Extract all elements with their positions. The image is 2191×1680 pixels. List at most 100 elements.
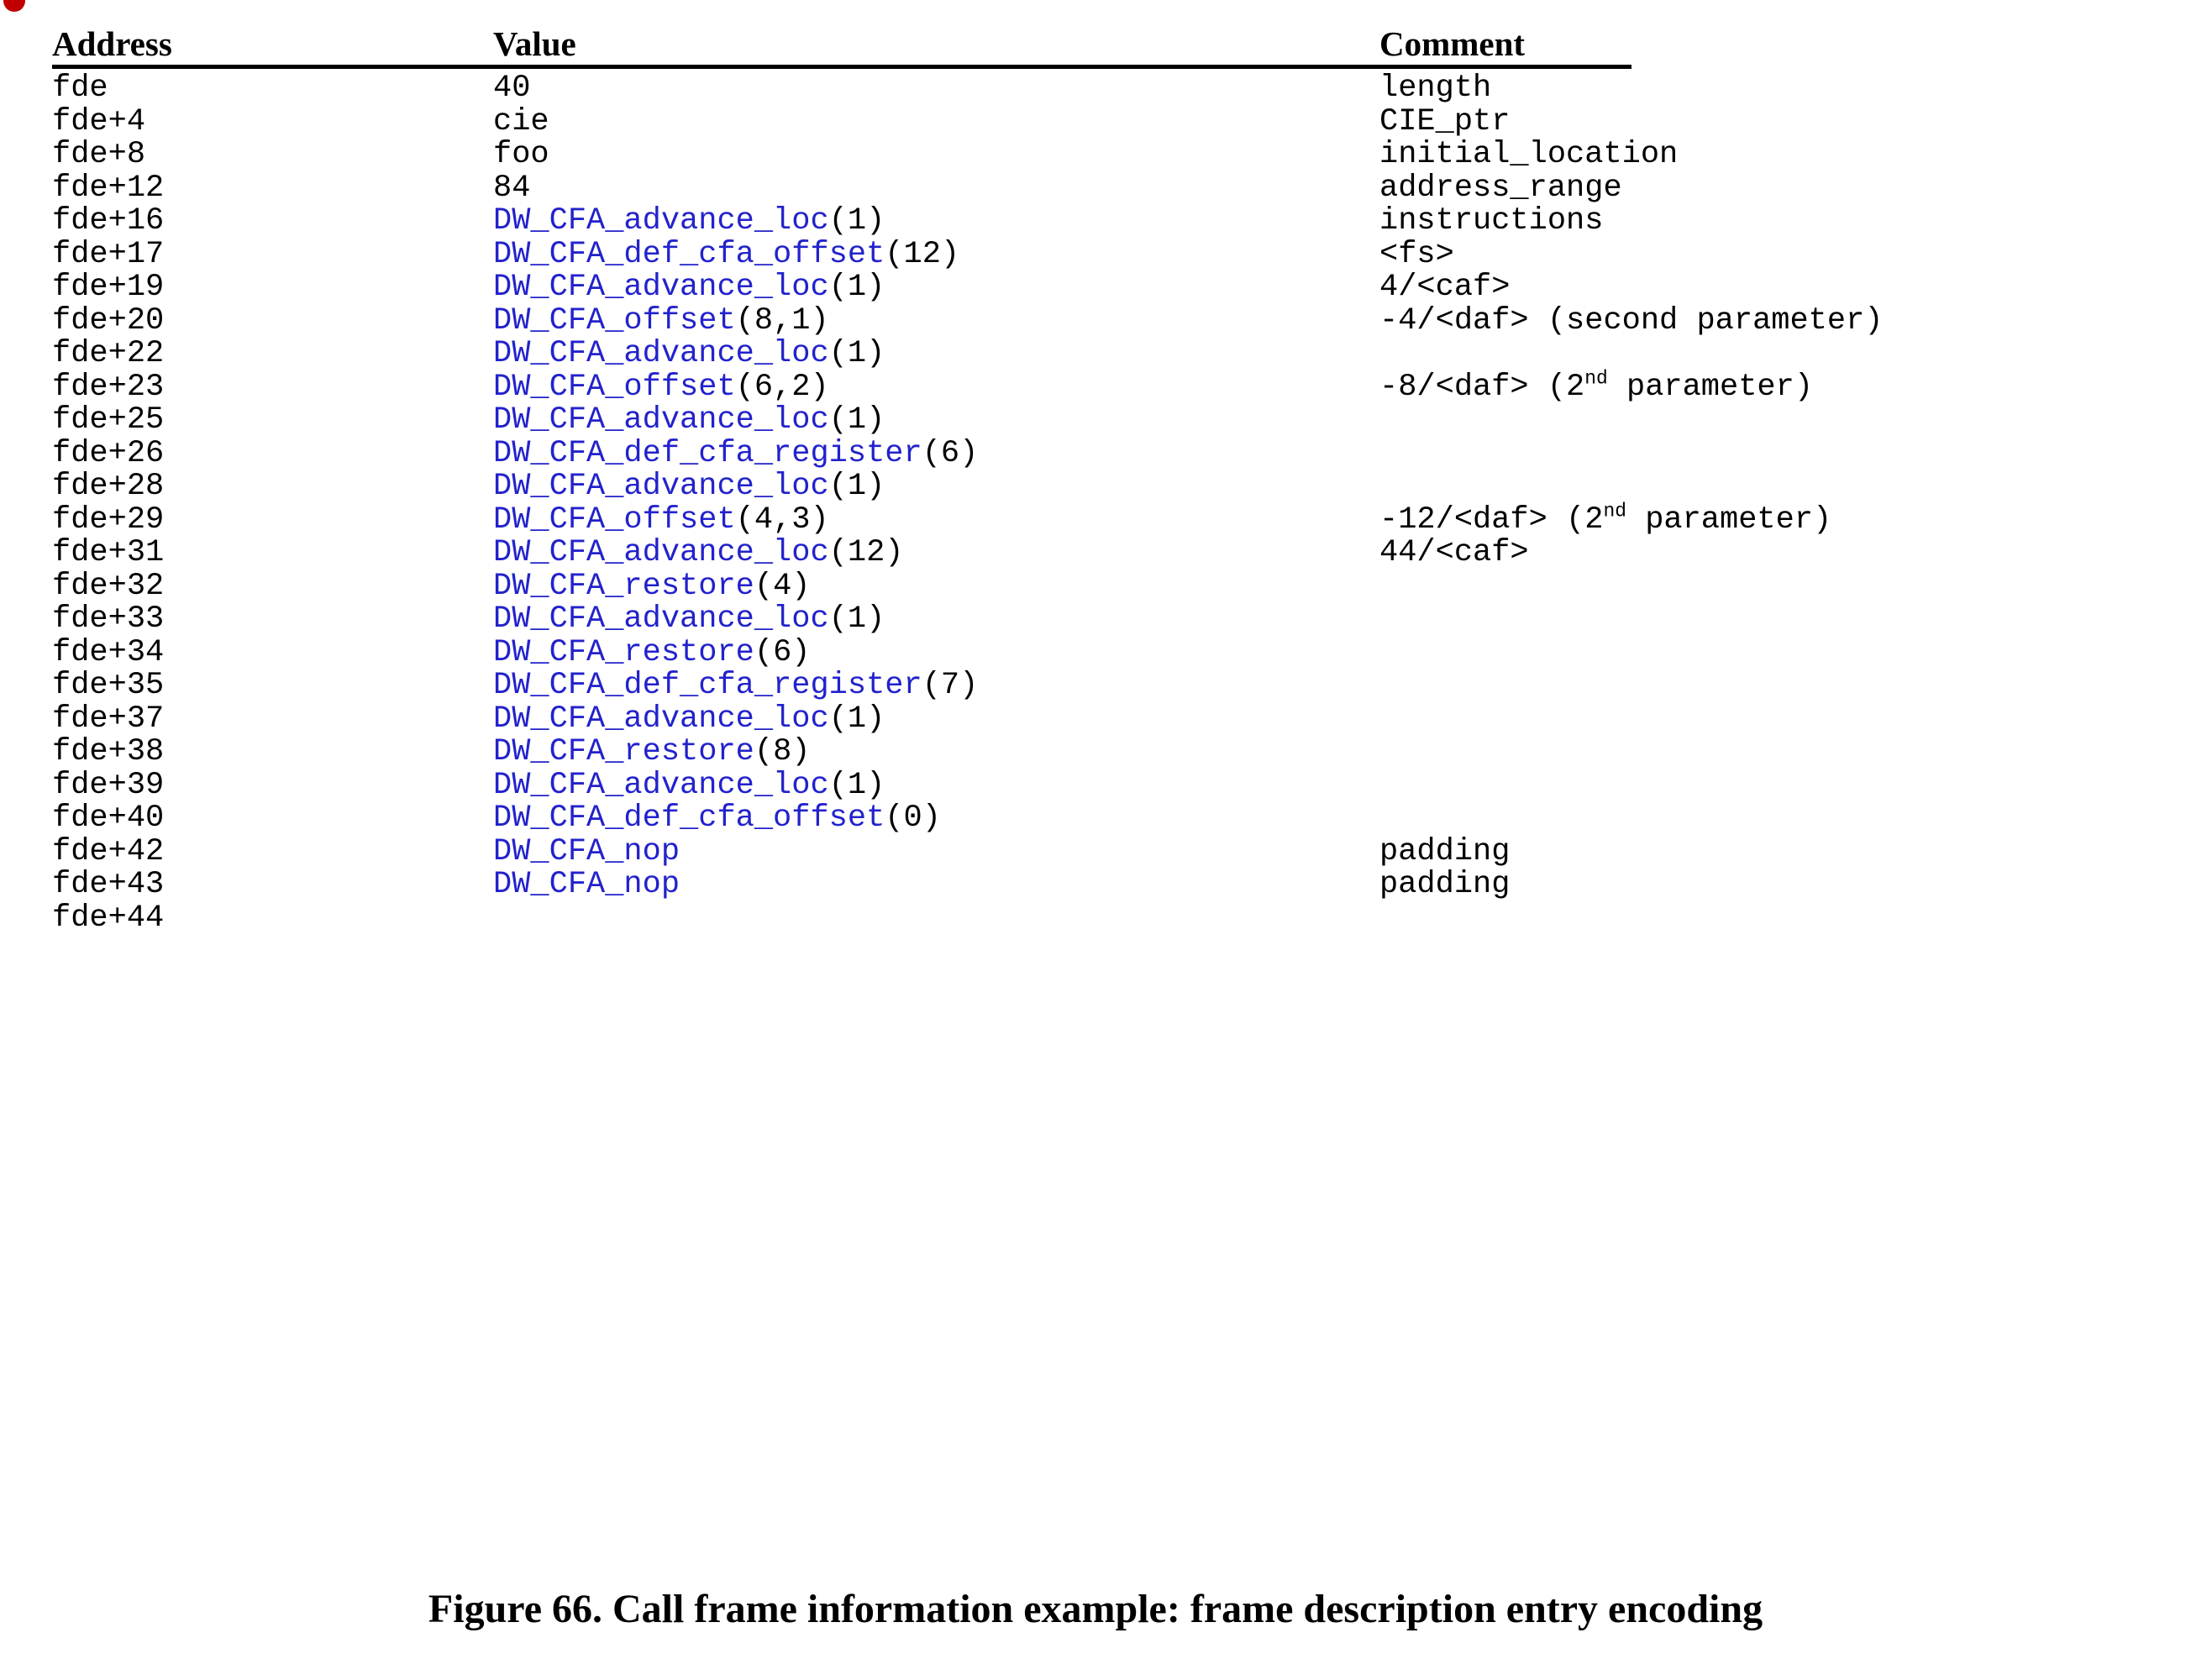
table-row: fde+16 DW_CFA_advance_loc(1) instructions [52,203,2152,239]
cfa-opcode-name: DW_CFA_def_cfa_register [493,668,922,703]
red-ink-artifact [3,0,25,12]
cell-address: fde+12 [52,170,165,206]
cell-value: DW_CFA_def_cfa_register(6) [493,435,1379,471]
cfa-opcode-operands: (1) [828,203,885,239]
comment-text-post: parameter) [1607,369,1814,405]
cell-value: DW_CFA_offset(4,3) [493,501,1379,538]
cfa-opcode-name: DW_CFA_advance_loc [493,767,829,803]
comment-text-post: parameter) [1626,501,1832,538]
cfa-opcode-name: DW_CFA_advance_loc [493,203,829,239]
cell-comment [1379,603,2152,637]
cell-address: fde+4 [52,103,146,139]
cell-value: DW_CFA_offset(6,2) [493,369,1379,405]
cell-address: fde+8 [52,137,146,172]
cell-comment: length [1379,71,1492,106]
cell-address: fde+29 [52,501,165,538]
cfa-opcode-name: DW_CFA_offset [493,369,736,405]
cfa-opcode-name: DW_CFA_def_cfa_offset [493,801,885,836]
cfa-opcode-name: DW_CFA_restore [493,568,754,604]
column-header-address-label: Address [52,24,493,69]
cell-address: fde+35 [52,668,165,703]
cfa-opcode-name: DW_CFA_advance_loc [493,601,829,637]
cell-comment: <fs> [1379,236,1454,272]
cell-value: DW_CFA_nop [493,867,1379,902]
cfa-opcode-name: DW_CFA_advance_loc [493,402,829,438]
cfa-opcode-name: DW_CFA_advance_loc [493,270,829,305]
column-header-value-label: Value [493,24,1379,69]
cfa-opcode-name: DW_CFA_def_cfa_register [493,435,922,471]
cell-value: DW_CFA_advance_loc(1) [493,336,1379,371]
cell-comment [1379,570,2152,604]
cfa-opcode-operands: (7) [922,668,979,703]
cell-value: 84 [493,170,1379,206]
cell-comment: address_range [1379,170,1622,206]
comment-ordinal-superscript: nd [1584,367,1608,390]
comment-text-pre: -8/<daf> (2 [1379,369,1585,405]
table-row: fde+22 DW_CFA_advance_loc(1) [52,336,2152,371]
cell-address: fde+39 [52,767,165,803]
cell-address: fde+22 [52,336,165,371]
comment-text-pre: -12/<daf> (2 [1379,501,1604,538]
value-literal: 40 [493,71,531,106]
cell-address: fde+25 [52,402,165,438]
table-row: fde+26 DW_CFA_def_cfa_register(6) [52,435,2152,471]
cfa-opcode-operands: (4) [754,568,811,604]
table-row: fde+29 DW_CFA_offset(4,3) -12/<daf> (2nd p… [52,501,2152,538]
cell-value: DW_CFA_def_cfa_register(7) [493,669,1379,703]
column-header-address: Address [52,24,493,72]
cfa-opcode-operands: (1) [828,469,885,504]
cell-value [493,902,1379,936]
table-row: fde+17 DW_CFA_def_cfa_offset(12) <fs> [52,236,2152,272]
value-literal: 84 [493,170,531,206]
table-row: fde+28 DW_CFA_advance_loc(1) [52,470,2152,504]
cfa-opcode-operands: (1) [828,767,885,803]
cell-address: fde+42 [52,833,165,869]
cfa-opcode-name: DW_CFA_offset [493,302,736,339]
table-row: fde+25 DW_CFA_advance_loc(1) [52,402,2152,438]
cfa-opcode-operands: (6) [754,634,811,670]
figure-caption: Figure 66. Call frame information exampl… [428,1587,1763,1631]
cfa-opcode-operands: (8,1) [735,302,829,339]
table-row: fde+42 DW_CFA_nop padding [52,833,2152,869]
table-row: fde+12 84 address_range [52,170,2152,206]
cfa-opcode-name: DW_CFA_advance_loc [493,535,829,570]
cell-comment: 44/<caf> [1379,535,1529,570]
cell-address: fde+26 [52,435,165,471]
cell-value: DW_CFA_nop [493,835,1379,869]
cell-address: fde+33 [52,601,165,637]
cell-address: fde [52,71,108,106]
cell-comment: -12/<daf> (2nd parameter) [1379,501,2152,538]
cfa-opcode-name: DW_CFA_restore [493,634,754,670]
cell-comment: 4/<caf> [1379,270,1511,305]
cfa-opcode-operands: (1) [828,402,885,438]
cell-value: cie [493,103,1379,139]
cfa-opcode-operands: (12) [828,535,904,570]
cell-comment [1379,669,2152,703]
cell-value: DW_CFA_advance_loc(12) [493,535,1379,570]
table-row: fde+43 DW_CFA_nop padding [52,867,2152,902]
cell-comment: padding [1379,867,1511,902]
table-row: fde+37 DW_CFA_advance_loc(1) [52,701,2152,737]
cell-value: DW_CFA_advance_loc(1) [493,470,1379,504]
cell-address: fde+31 [52,535,165,570]
cell-address: fde+37 [52,701,165,737]
cell-value: DW_CFA_advance_loc(1) [493,769,1379,803]
table-row: fde+19 DW_CFA_advance_loc(1) 4/<caf> [52,270,2152,305]
value-literal: cie [493,103,549,139]
table-row: fde+33 DW_CFA_advance_loc(1) [52,601,2152,637]
cfa-opcode-name: DW_CFA_advance_loc [493,701,829,737]
cfa-opcode-name: DW_CFA_nop [493,867,680,902]
cell-comment: instructions [1379,203,1604,239]
cell-address: fde+17 [52,236,165,272]
cell-comment: initial_location [1379,137,1679,172]
cfa-opcode-operands: (12) [885,236,960,272]
cfa-opcode-name: DW_CFA_offset [493,501,736,538]
cell-address: fde+32 [52,568,165,604]
cell-comment [1379,802,2152,836]
cfa-opcode-operands: (0) [885,801,941,836]
cell-address: fde+28 [52,469,165,504]
cfa-opcode-operands: (1) [828,336,885,371]
cell-value: DW_CFA_advance_loc(1) [493,270,1379,305]
table-row: fde 40 length [52,71,2152,106]
cfa-opcode-operands: (1) [828,270,885,305]
